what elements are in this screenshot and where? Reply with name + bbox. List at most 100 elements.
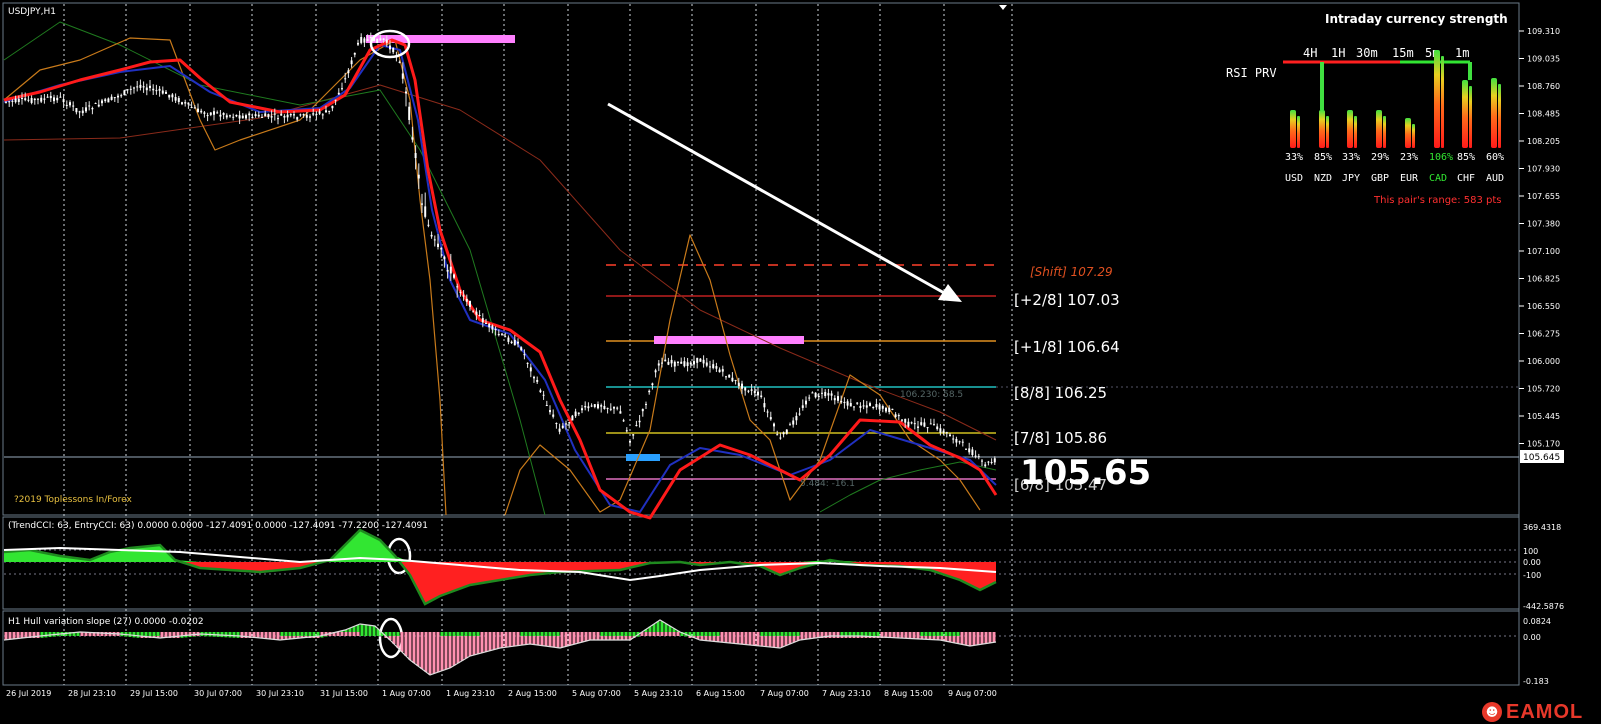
hull-slope-strip — [552, 632, 556, 636]
candle-body — [817, 395, 820, 397]
price-label: 106.000 — [1527, 357, 1560, 366]
price-label: 106.825 — [1527, 275, 1560, 284]
candle-body — [917, 426, 919, 428]
strength-title: Intraday currency strength — [1325, 12, 1508, 26]
murrey-7-8-label: [7/8] 105.86 — [1014, 429, 1107, 447]
candle-body — [715, 366, 718, 369]
hull-slope-strip — [436, 632, 440, 636]
candle-body — [683, 361, 686, 367]
candle-body — [344, 78, 347, 80]
strength-bar — [1319, 110, 1325, 148]
hull-bar — [460, 636, 464, 661]
time-label: 5 Aug 23:10 — [634, 689, 683, 698]
hull-slope-strip — [520, 632, 524, 636]
candle-body — [421, 203, 423, 205]
candle-body — [533, 376, 535, 379]
candle-body — [808, 397, 811, 399]
candle-body — [366, 39, 369, 41]
candle-body — [91, 108, 94, 110]
hull-slope-strip — [504, 632, 508, 636]
hull-slope-strip — [784, 632, 788, 636]
hull-slope-strip — [604, 632, 608, 636]
time-label: 1 Aug 23:10 — [446, 689, 495, 698]
candle-body — [504, 336, 507, 338]
hull-slope-strip — [892, 632, 896, 636]
candle-body — [805, 400, 807, 405]
strength-bar-shadow — [1412, 124, 1415, 148]
hull-slope-strip — [160, 632, 164, 636]
strength-bar-shadow — [1383, 116, 1386, 148]
hull-bar — [464, 636, 468, 659]
murrey-shift-label: [Shift] 107.29 — [1030, 265, 1113, 279]
timeframe-labels: 4H 1H 30m 15m 5m 1m — [1303, 46, 1469, 60]
hull-slope-strip — [28, 632, 32, 636]
candle-body — [609, 408, 612, 410]
candle-body — [385, 39, 388, 43]
hull-slope-strip — [20, 632, 24, 636]
candle-body — [30, 98, 33, 103]
candle-body — [779, 437, 782, 439]
candle-body — [427, 224, 430, 226]
candle-body — [523, 354, 526, 356]
hull-indicator — [3, 619, 1519, 676]
hull-slope-strip — [244, 632, 248, 636]
hull-slope-strip — [928, 632, 932, 636]
candle-body — [750, 389, 753, 391]
candle-body — [443, 256, 446, 260]
hull-slope-strip — [932, 632, 936, 636]
candle-body — [821, 392, 823, 394]
hull-bar — [980, 636, 984, 645]
hull-slope-strip — [276, 632, 280, 636]
hull-slope-strip — [168, 632, 172, 636]
hull-bar — [496, 636, 500, 649]
candle-body — [952, 438, 955, 440]
candle-body — [597, 404, 599, 409]
hull-line — [3, 619, 997, 676]
candle-body — [737, 382, 740, 386]
shift-marker-icon[interactable] — [999, 5, 1007, 10]
candle-body — [702, 359, 705, 364]
hull-slope-strip — [700, 632, 704, 636]
candle-body — [833, 398, 836, 401]
hull-bar — [468, 636, 472, 656]
candle-body — [472, 311, 475, 313]
time-label: 28 Jul 23:10 — [68, 689, 116, 698]
candle-body — [21, 98, 23, 100]
time-axis: 26 Jul 2019 28 Jul 23:10 29 Jul 15:00 30 Ju… — [6, 689, 997, 698]
hull-slope-strip — [644, 632, 648, 636]
hull-bar — [424, 636, 428, 672]
chart-window[interactable]: USDJPY,H1 ?2019 Toplessons In/Forex [Shi… — [0, 0, 1601, 724]
hull-slope-strip — [104, 632, 108, 636]
candle-body — [955, 438, 958, 443]
hull-slope-strip — [432, 632, 436, 636]
hull-bar — [540, 636, 544, 646]
candle-body — [619, 411, 622, 414]
hull-slope-strip — [764, 632, 768, 636]
candle-body — [203, 112, 206, 114]
candle-body — [293, 114, 295, 116]
hull-slope-strip — [864, 632, 868, 636]
hull-slope-strip — [536, 632, 540, 636]
symbol-label: USDJPY,H1 — [8, 7, 56, 17]
candle-body — [264, 113, 267, 117]
candle-body — [507, 337, 510, 342]
hull-slope-strip — [768, 632, 772, 636]
candle-body — [910, 422, 913, 424]
hull-slope-strip — [172, 632, 176, 636]
time-label: 1 Aug 07:00 — [382, 689, 431, 698]
hull-bar — [492, 636, 496, 650]
hull-slope-strip — [36, 632, 40, 636]
hull-slope-strip — [728, 632, 732, 636]
hull-slope-strip — [820, 632, 824, 636]
hull-slope-strip — [24, 632, 28, 636]
candle-body — [987, 461, 990, 463]
candle-body — [606, 407, 609, 409]
hull-slope-strip — [912, 632, 916, 636]
strength-bar — [1376, 110, 1382, 148]
price-label: 107.930 — [1527, 165, 1560, 174]
candle-body — [974, 455, 977, 457]
candle-body — [638, 420, 641, 423]
hull-slope-strip — [628, 632, 632, 636]
candle-body — [581, 408, 583, 411]
hull-slope-strip — [876, 632, 880, 636]
